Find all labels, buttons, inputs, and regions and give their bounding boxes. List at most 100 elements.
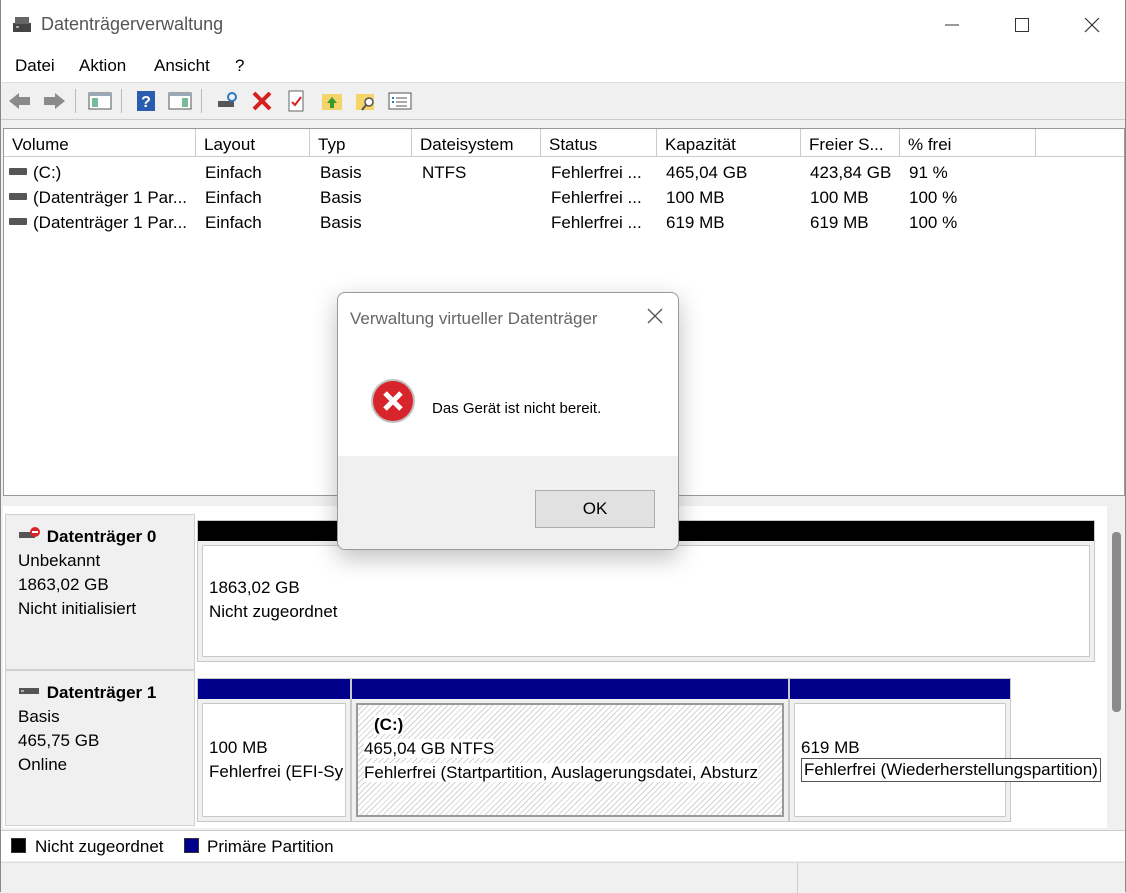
action-pane-button[interactable] — [167, 89, 193, 113]
partition-size: 100 MB — [209, 738, 268, 757]
menu-bar: Datei Aktion Ansicht ? — [1, 50, 1125, 83]
forward-button[interactable] — [41, 89, 67, 113]
disk-1-type: Basis — [18, 707, 60, 726]
toolbar-separator — [201, 89, 202, 113]
disk-1-name: Datenträger 1 — [46, 683, 157, 702]
column-header-freier-speicher[interactable]: Freier S... — [801, 129, 900, 156]
cell-kapazitaet: 100 MB — [666, 188, 725, 207]
action-pane-icon — [168, 92, 192, 110]
menu-ansicht[interactable]: Ansicht — [154, 56, 210, 76]
legend: Nicht zugeordnet Primäre Partition — [1, 830, 1125, 861]
legend-swatch-primary — [184, 838, 199, 853]
disk-1-size: 465,75 GB — [18, 731, 100, 750]
column-header-status[interactable]: Status — [541, 129, 657, 156]
minimize-button[interactable] — [917, 0, 987, 50]
maximize-button[interactable] — [987, 0, 1057, 50]
toolbar-separator — [75, 89, 76, 113]
partition-body: (C:) 465,04 GB NTFS Fehlerfrei (Startpar… — [356, 703, 784, 817]
partition-efi[interactable]: 100 MB Fehlerfrei (EFI-Sy — [197, 678, 351, 822]
cell-typ: Basis — [320, 213, 362, 232]
properties-button[interactable] — [283, 89, 309, 113]
column-header-kapazitaet[interactable]: Kapazität — [657, 129, 801, 156]
partition-bar-primary — [352, 679, 788, 699]
properties-icon — [288, 90, 304, 112]
partition-recovery-tooltip: Fehlerfrei (Wiederherstellungspartition) — [801, 758, 1101, 782]
column-header-layout[interactable]: Layout — [196, 129, 310, 156]
cell-volume: (Datenträger 1 Par... — [33, 213, 188, 232]
cell-typ: Basis — [320, 163, 362, 182]
partition-status: Fehlerfrei (Startpartition, Auslagerungs… — [364, 763, 759, 782]
title-bar: Datenträgerverwaltung — [1, 0, 1125, 50]
connect-disk-button[interactable] — [215, 89, 241, 113]
partition-size: 619 MB — [801, 738, 860, 757]
column-header-prozent-frei[interactable]: % frei — [900, 129, 1036, 156]
menu-datei[interactable]: Datei — [15, 56, 55, 76]
drive-icon — [9, 168, 27, 176]
connect-disk-icon — [218, 92, 237, 107]
legend-label-unallocated: Nicht zugeordnet — [35, 837, 164, 856]
cell-kapazitaet: 465,04 GB — [666, 163, 748, 182]
column-header-volume[interactable]: Volume — [4, 129, 196, 156]
vertical-scrollbar[interactable] — [1107, 506, 1125, 828]
cell-status: Fehlerfrei ... — [551, 188, 642, 207]
table-row[interactable]: (Datenträger 1 Par... Einfach Basis Fehl… — [4, 185, 1124, 210]
ok-button[interactable]: OK — [535, 490, 655, 528]
open-folder-icon — [322, 94, 342, 110]
cell-dateisystem: NTFS — [422, 163, 467, 182]
checklist-icon — [388, 92, 412, 110]
dialog-message: Das Gerät ist nicht bereit. — [432, 400, 602, 417]
menu-aktion[interactable]: Aktion — [79, 56, 126, 76]
close-icon[interactable] — [646, 307, 664, 325]
table-row[interactable]: (C:) Einfach Basis NTFS Fehlerfrei ... 4… — [4, 160, 1124, 185]
cell-kapazitaet: 619 MB — [666, 213, 725, 232]
cell-layout: Einfach — [205, 188, 262, 207]
legend-label-primary: Primäre Partition — [207, 837, 334, 856]
help-icon: ? — [137, 91, 155, 111]
checklist-button[interactable] — [387, 89, 413, 113]
menu-help[interactable]: ? — [235, 56, 244, 76]
toolbar-separator — [121, 89, 122, 113]
open-folder-button[interactable] — [319, 89, 345, 113]
disk-0-info[interactable]: Datenträger 0 Unbekannt 1863,02 GB Nicht… — [5, 514, 195, 670]
cell-layout: Einfach — [205, 163, 262, 182]
console-tree-icon — [88, 92, 112, 110]
partition-size: 1863,02 GB — [209, 578, 300, 597]
console-tree-button[interactable] — [87, 89, 113, 113]
back-button[interactable] — [7, 89, 33, 113]
help-button[interactable]: ? — [133, 89, 159, 113]
column-header-dateisystem[interactable]: Dateisystem — [412, 129, 541, 156]
scrollbar-thumb[interactable] — [1112, 532, 1121, 712]
cell-freier-speicher: 423,84 GB — [810, 163, 892, 182]
close-button[interactable] — [1057, 0, 1126, 50]
disk-1-state: Online — [18, 755, 68, 774]
disk-error-icon — [19, 527, 40, 538]
minimize-icon — [945, 24, 959, 26]
cell-freier-speicher: 619 MB — [810, 213, 869, 232]
legend-swatch-unallocated — [11, 838, 26, 853]
explore-icon — [356, 94, 374, 111]
cell-typ: Basis — [320, 188, 362, 207]
delete-button[interactable] — [249, 89, 275, 113]
partition-status: Fehlerfrei (EFI-Sy — [209, 762, 344, 781]
table-row[interactable]: (Datenträger 1 Par... Einfach Basis Fehl… — [4, 210, 1124, 235]
disk-management-app-icon — [13, 17, 31, 32]
partition-status: Nicht zugeordnet — [209, 602, 338, 621]
column-header-typ[interactable]: Typ — [310, 129, 412, 156]
dialog-title: Verwaltung virtueller Datenträger — [350, 309, 598, 328]
explore-button[interactable] — [353, 89, 379, 113]
partition-body: 100 MB Fehlerfrei (EFI-Sy — [202, 703, 346, 817]
cell-status: Fehlerfrei ... — [551, 213, 642, 232]
maximize-icon — [1015, 18, 1029, 32]
cell-prozent-frei: 100 % — [909, 213, 958, 232]
disk-0-name: Datenträger 0 — [46, 527, 157, 546]
partition-c[interactable]: (C:) 465,04 GB NTFS Fehlerfrei (Startpar… — [351, 678, 789, 822]
disk-1-info[interactable]: Datenträger 1 Basis 465,75 GB Online — [5, 670, 195, 826]
close-icon — [1084, 17, 1100, 33]
drive-icon — [9, 193, 27, 201]
cell-volume: (Datenträger 1 Par... — [33, 188, 188, 207]
back-arrow-icon — [9, 93, 30, 109]
partition-recovery[interactable]: 619 MB — [789, 678, 1011, 822]
cell-freier-speicher: 100 MB — [810, 188, 869, 207]
disk-0-state: Nicht initialisiert — [18, 599, 137, 618]
forward-arrow-icon — [44, 93, 65, 109]
